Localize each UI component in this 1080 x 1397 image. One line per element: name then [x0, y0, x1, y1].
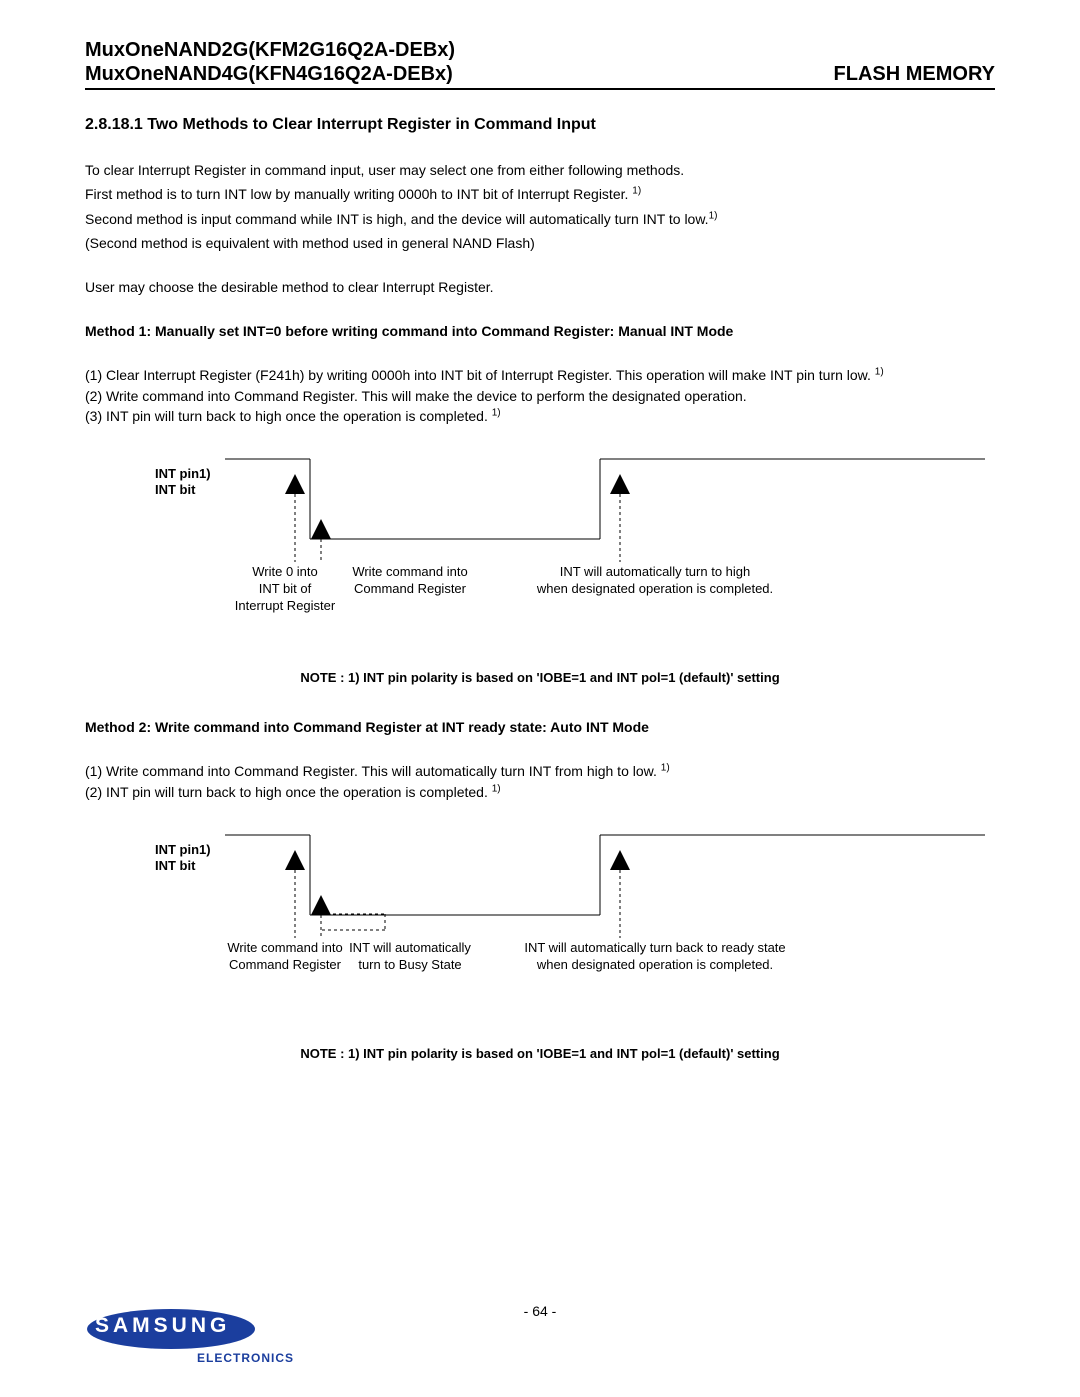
axis-label-int-pin: INT pin1) INT bit	[155, 842, 211, 873]
footnote-ref: 1)	[709, 210, 718, 221]
doc-category: FLASH MEMORY	[834, 63, 995, 86]
intro-p2: First method is to turn INT low by manua…	[85, 184, 995, 204]
method-1-step-3: (3) INT pin will turn back to high once …	[85, 406, 995, 426]
samsung-logo: SAMSUNG ELECTRONICS	[85, 1307, 257, 1356]
method-2-title: Method 2: Write command into Command Reg…	[85, 719, 995, 735]
samsung-logo-text: SAMSUNG	[95, 1314, 230, 1338]
method-1-step-2: (2) Write command into Command Register.…	[85, 386, 995, 406]
timing-diagram-1: INT pin1) INT bit Write 0 into	[85, 454, 995, 654]
diagram-2-label-2: INT will automatically turn to Busy Stat…	[310, 940, 510, 974]
footnote-ref: 1)	[661, 763, 670, 774]
method-1-step-1: (1) Clear Interrupt Register (F241h) by …	[85, 365, 995, 385]
diagram-2-label-3: INT will automatically turn back to read…	[485, 940, 825, 974]
method-2: Method 2: Write command into Command Reg…	[85, 719, 995, 1061]
footnote-ref: 1)	[632, 186, 641, 197]
page-footer: - 64 - SAMSUNG ELECTRONICS	[85, 1303, 995, 1363]
electronics-text: ELECTRONICS	[197, 1351, 294, 1365]
timing-diagram-2: INT pin1) INT bit Wri	[85, 830, 995, 1030]
footnote-ref: 1)	[492, 407, 501, 418]
method-2-step-1: (1) Write command into Command Register.…	[85, 761, 995, 781]
diagram-1-label-2: Write command into Command Register	[310, 564, 510, 598]
intro-p4: (Second method is equivalent with method…	[85, 233, 995, 253]
method-1: Method 1: Manually set INT=0 before writ…	[85, 323, 995, 685]
intro-p5: User may choose the desirable method to …	[85, 277, 995, 297]
diagram-1-note: NOTE : 1) INT pin polarity is based on '…	[85, 670, 995, 685]
product-line-2: MuxOneNAND4G(KFN4G16Q2A-DEBx)	[85, 62, 455, 86]
product-line-1: MuxOneNAND2G(KFM2G16Q2A-DEBx)	[85, 38, 455, 62]
intro-p3: Second method is input command while INT…	[85, 209, 995, 229]
intro-p2-text: First method is to turn INT low by manua…	[85, 186, 632, 202]
method-1-title: Method 1: Manually set INT=0 before writ…	[85, 323, 995, 339]
page-header: MuxOneNAND2G(KFM2G16Q2A-DEBx) MuxOneNAND…	[85, 38, 995, 90]
footnote-ref: 1)	[875, 367, 884, 378]
footnote-ref: 1)	[492, 783, 501, 794]
method-2-step-2: (2) INT pin will turn back to high once …	[85, 782, 995, 802]
diagram-1-label-3: INT will automatically turn to high when…	[505, 564, 805, 598]
product-lines: MuxOneNAND2G(KFM2G16Q2A-DEBx) MuxOneNAND…	[85, 38, 455, 86]
diagram-2-note: NOTE : 1) INT pin polarity is based on '…	[85, 1046, 995, 1061]
intro-p1: To clear Interrupt Register in command i…	[85, 160, 995, 180]
intro-p3-text: Second method is input command while INT…	[85, 211, 709, 227]
section-title: 2.8.18.1 Two Methods to Clear Interrupt …	[85, 116, 995, 134]
axis-label-int-pin: INT pin1) INT bit	[155, 466, 211, 497]
